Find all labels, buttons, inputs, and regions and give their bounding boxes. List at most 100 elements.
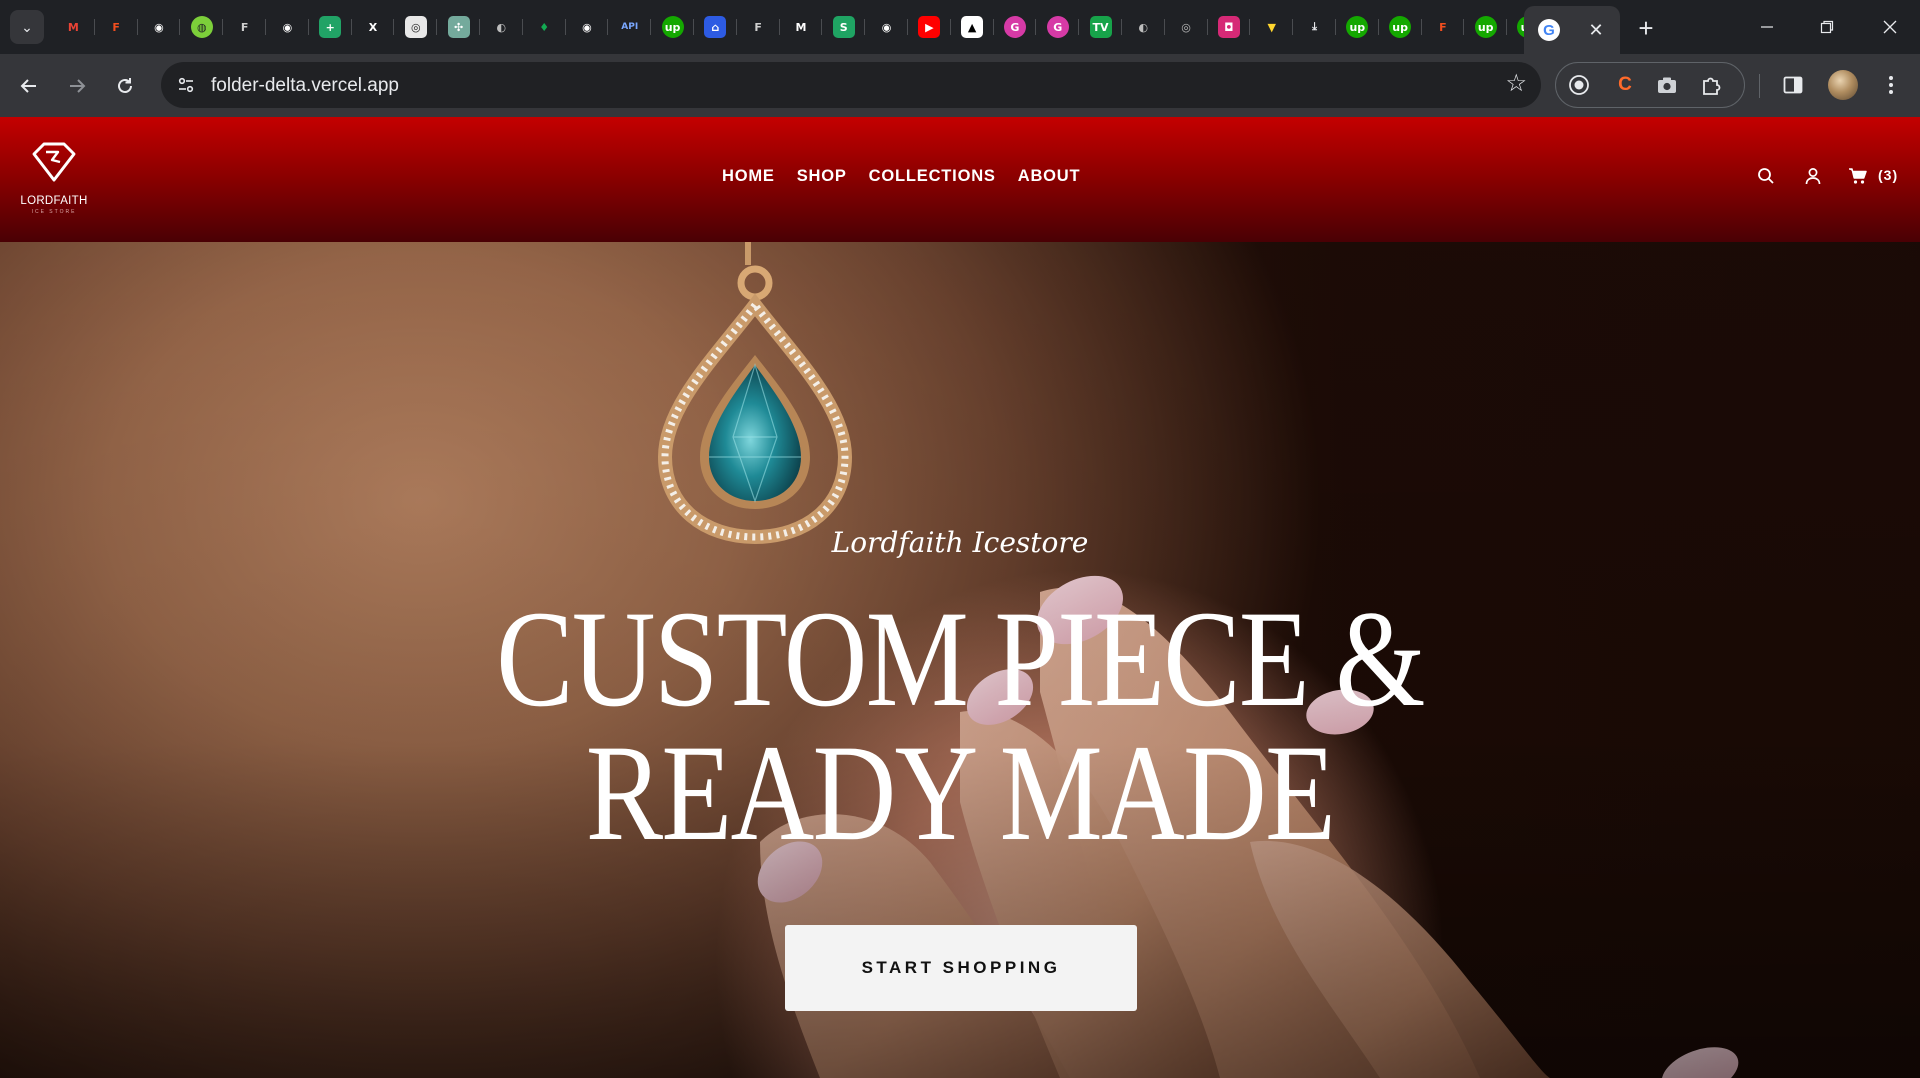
active-tab[interactable]: G ✕ [1524,6,1620,54]
arrow-left-icon [20,79,36,93]
close-window-button[interactable] [1860,0,1920,54]
tab-search-button[interactable]: ⌄ [10,10,44,44]
browser-tab[interactable]: ◍ [180,9,223,45]
instagram-icon: ◘ [1217,16,1240,38]
hero-title: CUSTOM PIECE & READY MADE [154,582,1767,862]
figma-icon: F [1439,20,1447,34]
camera-icon[interactable] [1654,72,1680,98]
app-icon: ◎ [404,16,427,38]
reload-icon [118,78,132,93]
browser-tab[interactable]: up [1379,9,1422,45]
pinned-tabs: M F ◉ ◍ F ◉ + X ◎ ✣ ◐ ♦ ◉ API up ⌂ F M S ◉ ▶ ▲ G G TV ◐ ◎ ◘ ▼ ⤓ up up Fu… [52,9,1550,45]
minimize-icon [1761,26,1773,28]
browser-tab[interactable]: ◎ [394,9,437,45]
github-icon: ◉ [154,20,164,34]
browser-tab[interactable]: ▲ [951,9,994,45]
nav-about-link[interactable]: ABOUT [1018,167,1081,186]
browser-tab[interactable]: ◎ [1165,9,1208,45]
browser-tab[interactable]: F [1422,9,1465,45]
nav-collections-link[interactable]: COLLECTIONS [869,167,996,186]
start-shopping-button[interactable]: START SHOPPING [785,925,1137,1011]
browser-tab[interactable]: S [822,9,865,45]
extension-record-icon[interactable] [1566,72,1592,98]
browser-tab[interactable]: up [1464,9,1507,45]
site-info-button[interactable] [171,70,201,100]
medium-icon: M [795,20,807,34]
browser-tab[interactable]: ✣ [437,9,480,45]
figma-icon: F [112,20,120,34]
profile-avatar[interactable] [1828,70,1858,100]
nav-home-link[interactable]: HOME [722,167,775,186]
globe-icon: ◐ [496,20,507,34]
tv-icon: TV [1089,16,1112,38]
browser-tab[interactable]: ◐ [1122,9,1165,45]
download-icon: ⤓ [1312,20,1317,33]
browser-tab[interactable]: ⌂ [694,9,737,45]
new-tab-button[interactable]: + [1630,12,1662,44]
chrome-icon: ◎ [1181,20,1191,34]
browser-tab[interactable]: ♦ [523,9,566,45]
upwork-icon: up [1474,16,1497,38]
browser-tab[interactable]: M [780,9,823,45]
gmail-icon: M [67,20,79,34]
menu-dots-icon[interactable] [1878,72,1904,98]
browser-tab[interactable]: API [608,9,651,45]
browser-tab[interactable]: F [95,9,138,45]
upwork-icon: up [1346,16,1369,38]
tab-strip: ⌄ M F ◉ ◍ F ◉ + X ◎ ✣ ◐ ♦ ◉ API up ⌂ F M S ◉ ▶ ▲ G G TV ◐ ◎ ◘ ▼ ⤓ up up… [0,0,1920,54]
restore-button[interactable] [1797,0,1857,54]
forward-button[interactable] [60,69,94,103]
close-tab-icon[interactable]: ✕ [1582,16,1610,44]
back-button[interactable] [12,69,46,103]
restore-icon [1820,20,1834,34]
mongodb-icon: ♦ [539,20,550,34]
logo-text: LORDFAITH [20,195,88,207]
toolbar-divider [1759,74,1760,98]
browser-tab[interactable]: F [737,9,780,45]
google-icon: G [1538,19,1560,41]
extension-c-icon[interactable]: C [1612,72,1638,98]
browser-tab[interactable]: ◐ [480,9,523,45]
hero-tagline: Lordfaith Icestore [831,526,1089,559]
upwork-icon: up [661,16,684,38]
upwork-icon: up [1389,16,1412,38]
x-icon: X [368,20,378,34]
cart-icon[interactable] [1846,164,1870,188]
hero-title-line-1: CUSTOM PIECE & [496,582,1425,735]
browser-tab[interactable]: up [1336,9,1379,45]
globe-green-icon: ◍ [190,16,213,38]
nav-shop-link[interactable]: SHOP [797,167,847,186]
hero-section: Lordfaith Icestore CUSTOM PIECE & READY … [0,242,1920,1078]
triangle-icon: ▲ [961,16,984,38]
browser-tab[interactable]: G [1036,9,1079,45]
puzzle-icon[interactable] [1698,72,1724,98]
account-icon[interactable] [1801,164,1825,188]
browser-tab[interactable]: G [994,9,1037,45]
browser-tab[interactable]: up [651,9,694,45]
cart-count[interactable]: (3) [1878,167,1898,183]
side-panel-icon[interactable] [1780,72,1806,98]
site-logo[interactable]: LORDFAITH ICE STORE [18,142,90,224]
url-text[interactable]: folder-delta.vercel.app [211,75,399,97]
bookmark-star-icon[interactable]: ☆ [1505,69,1527,98]
browser-tab[interactable]: ▼ [1250,9,1293,45]
browser-tab[interactable]: ◉ [266,9,309,45]
browser-tab[interactable]: ⤓ [1293,9,1336,45]
browser-tab[interactable]: ◉ [566,9,609,45]
browser-tab[interactable]: ◉ [138,9,181,45]
search-icon[interactable] [1754,164,1778,188]
browser-tab[interactable]: X [352,9,395,45]
browser-tab[interactable]: ◉ [865,9,908,45]
browser-tab[interactable]: + [309,9,352,45]
api-icon: API [621,22,639,32]
address-bar[interactable]: folder-delta.vercel.app ☆ [161,62,1541,108]
browser-tab[interactable]: M [52,9,95,45]
reload-button[interactable] [108,69,142,103]
browser-tab[interactable]: TV [1079,9,1122,45]
github-icon: ◉ [282,20,293,34]
minimize-button[interactable] [1737,0,1797,54]
globe-icon: ◐ [1138,20,1149,34]
browser-tab[interactable]: ▶ [908,9,951,45]
browser-tab[interactable]: ◘ [1208,9,1251,45]
browser-tab[interactable]: F [223,9,266,45]
